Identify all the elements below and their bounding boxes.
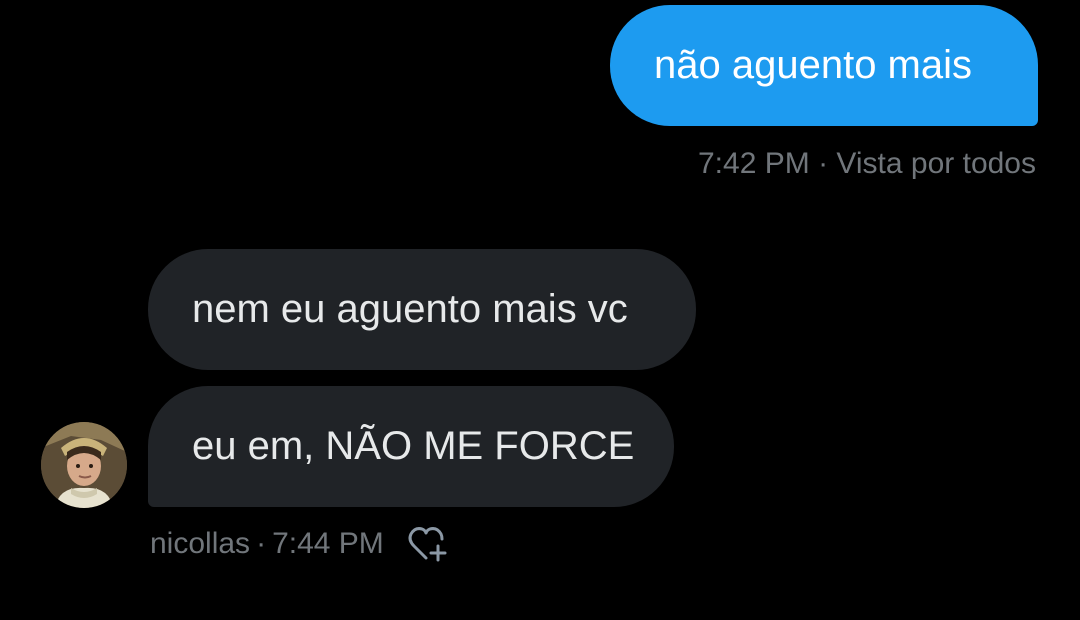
sender-avatar[interactable] — [41, 422, 127, 508]
sent-message-meta: 7:42 PM · Vista por todos — [698, 147, 1036, 181]
sent-message-text: não aguento mais — [654, 43, 973, 87]
received-message-meta: nicollas · 7:44 PM — [150, 524, 450, 564]
heart-plus-icon[interactable] — [406, 524, 450, 564]
sender-name[interactable]: nicollas — [150, 527, 250, 561]
received-message-bubble[interactable]: eu em, NÃO ME FORCE — [148, 386, 674, 507]
sent-message-time: 7:42 PM — [698, 147, 810, 180]
sent-message-bubble[interactable]: não aguento mais — [610, 5, 1038, 126]
received-message-text: nem eu aguento mais vc — [192, 287, 628, 331]
avatar-image — [41, 422, 127, 508]
meta-separator: · — [818, 147, 829, 180]
received-message-time: 7:44 PM — [272, 527, 384, 560]
meta-separator: · — [256, 527, 267, 560]
seen-status: Vista por todos — [836, 147, 1036, 180]
received-message-text: eu em, NÃO ME FORCE — [192, 424, 635, 468]
received-message-bubble[interactable]: nem eu aguento mais vc — [148, 249, 696, 370]
